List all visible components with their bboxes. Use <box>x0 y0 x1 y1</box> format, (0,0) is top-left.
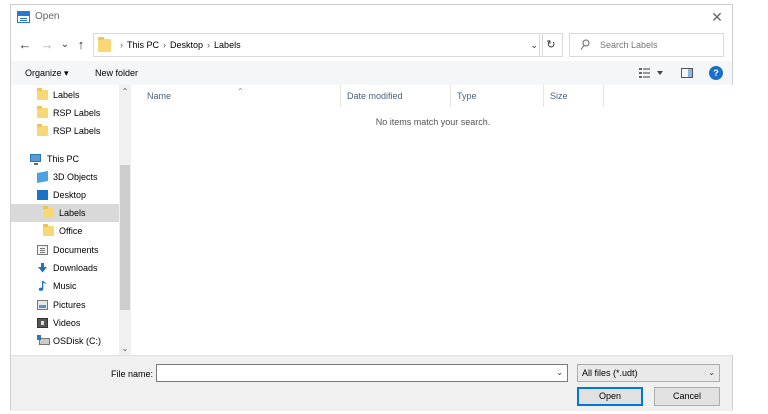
disk-icon <box>37 335 50 345</box>
sidebar-item-label: This PC <box>47 154 80 164</box>
sidebar-item-documents[interactable]: Documents <box>11 241 119 259</box>
sidebar-item-labels-selected[interactable]: Labels <box>11 204 119 222</box>
file-name-label: File name: <box>111 369 154 379</box>
breadcrumb: › This PC › Desktop › Labels <box>116 34 241 56</box>
folder-icon <box>37 106 48 118</box>
sidebar-item-label: Labels <box>53 90 80 100</box>
column-name-label: Name <box>147 91 172 101</box>
file-type-value: All files (*.udt) <box>582 368 638 378</box>
new-folder-button[interactable]: New folder <box>95 61 138 85</box>
title-bar: Open ✕ <box>11 5 732 29</box>
scroll-down-icon[interactable]: ⌄ <box>119 344 131 353</box>
search-placeholder: Search Labels <box>600 40 658 50</box>
column-header-type[interactable]: Type <box>451 85 544 107</box>
app-window-icon <box>17 11 30 23</box>
folder-icon <box>43 206 54 218</box>
sidebar-item-label: Desktop <box>53 190 87 200</box>
navigation-pane: Labels RSP Labels RSP Labels This PC 3D … <box>11 85 131 355</box>
sidebar-item-label: Downloads <box>53 263 98 273</box>
file-type-select[interactable]: All files (*.udt) ⌄ <box>577 364 720 382</box>
sidebar-item-label: RSP Labels <box>53 108 101 118</box>
sidebar-item-3d-objects[interactable]: 3D Objects <box>11 168 119 186</box>
computer-icon <box>30 154 41 165</box>
sidebar-item-label: Pictures <box>53 300 86 310</box>
folder-icon <box>43 224 54 236</box>
cube-icon <box>37 171 48 183</box>
organize-button[interactable]: Organize ▾ <box>25 61 69 85</box>
sidebar-item-downloads[interactable]: Downloads <box>11 259 119 277</box>
back-button[interactable]: ← <box>17 33 33 57</box>
preview-pane-icon[interactable] <box>681 68 693 78</box>
scroll-up-icon[interactable]: ⌃ <box>119 87 131 96</box>
view-options-icon[interactable] <box>638 66 666 80</box>
sidebar-item-label: Office <box>59 226 83 236</box>
sidebar-item-rsp-labels[interactable]: RSP Labels <box>11 122 119 140</box>
up-button[interactable]: ↑ <box>73 33 89 57</box>
video-icon <box>37 318 48 328</box>
cancel-button[interactable]: Cancel <box>654 387 720 406</box>
refresh-button[interactable]: ↻ <box>539 33 563 57</box>
open-button[interactable]: Open <box>577 387 643 406</box>
music-note-icon <box>38 281 46 291</box>
address-row: ← → ⌄ ↑ › This PC › Desktop › Labels ⌄ ↻ Sear… <box>11 33 732 57</box>
sidebar-item-label: OSDisk (C:) <box>53 336 101 346</box>
sidebar-item-rsp-labels[interactable]: RSP Labels <box>11 104 119 122</box>
folder-icon <box>37 88 48 100</box>
sidebar-item-label: Videos <box>53 318 81 328</box>
close-button[interactable]: ✕ <box>702 5 732 29</box>
sidebar-scrollbar[interactable]: ⌃ ⌄ <box>119 85 131 355</box>
command-bar: Organize ▾ New folder ? <box>11 61 732 85</box>
sidebar-item-videos[interactable]: Videos <box>11 314 119 332</box>
breadcrumb-desktop[interactable]: Desktop <box>170 40 203 50</box>
scrollbar-thumb[interactable] <box>120 165 130 310</box>
help-icon[interactable]: ? <box>709 66 723 80</box>
sidebar-item-desktop[interactable]: Desktop <box>11 186 119 204</box>
breadcrumb-separator: › <box>120 40 123 50</box>
column-header-date-modified[interactable]: Date modified <box>341 85 451 107</box>
folder-icon <box>98 37 111 52</box>
sidebar-item-labels[interactable]: Labels <box>11 86 119 104</box>
sidebar-item-music[interactable]: Music <box>11 277 119 295</box>
file-name-input[interactable]: ⌄ <box>156 364 568 382</box>
desktop-icon <box>37 190 48 200</box>
empty-folder-message: No items match your search. <box>375 117 491 127</box>
address-bar[interactable]: › This PC › Desktop › Labels ⌄ <box>93 33 543 57</box>
folder-icon <box>37 124 48 136</box>
sidebar-item-label: Music <box>53 281 77 291</box>
chevron-down-icon[interactable]: ⌄ <box>530 34 538 56</box>
breadcrumb-separator[interactable]: › <box>163 40 166 50</box>
breadcrumb-separator[interactable]: › <box>207 40 210 50</box>
sort-ascending-icon: ⌃ <box>237 87 244 96</box>
sidebar-item-office[interactable]: Office <box>11 222 119 240</box>
sidebar-item-label: 3D Objects <box>53 172 98 182</box>
sidebar-item-label: RSP Labels <box>53 126 101 136</box>
search-icon <box>580 39 590 50</box>
chevron-down-icon: ⌄ <box>708 368 715 377</box>
download-icon <box>38 263 47 273</box>
column-header-size[interactable]: Size <box>544 85 604 107</box>
sidebar-item-osdisk[interactable]: OSDisk (C:) <box>11 332 119 350</box>
recent-locations-button[interactable]: ⌄ <box>57 33 73 57</box>
sidebar-item-label: Labels <box>59 208 86 218</box>
document-icon <box>37 245 48 255</box>
chevron-down-icon[interactable]: ⌄ <box>556 365 563 381</box>
breadcrumb-labels[interactable]: Labels <box>214 40 241 50</box>
file-list[interactable]: Name ⌃ Date modified Type Size No items … <box>133 85 733 355</box>
sidebar-item-pictures[interactable]: Pictures <box>11 296 119 314</box>
forward-button[interactable]: → <box>39 33 55 57</box>
column-header-name[interactable]: Name ⌃ <box>133 85 341 107</box>
open-dialog: Open ✕ ← → ⌄ ↑ › This PC › Desktop › Labels ⌄… <box>10 4 733 411</box>
picture-icon <box>37 300 48 310</box>
breadcrumb-this-pc[interactable]: This PC <box>127 40 159 50</box>
search-input[interactable]: Search Labels <box>569 33 724 57</box>
sidebar-item-label: Documents <box>53 245 99 255</box>
sidebar-item-this-pc[interactable]: This PC <box>11 150 119 168</box>
dialog-footer: File name: ⌄ All files (*.udt) ⌄ Open Ca… <box>11 355 732 411</box>
dialog-title: Open <box>35 11 60 22</box>
